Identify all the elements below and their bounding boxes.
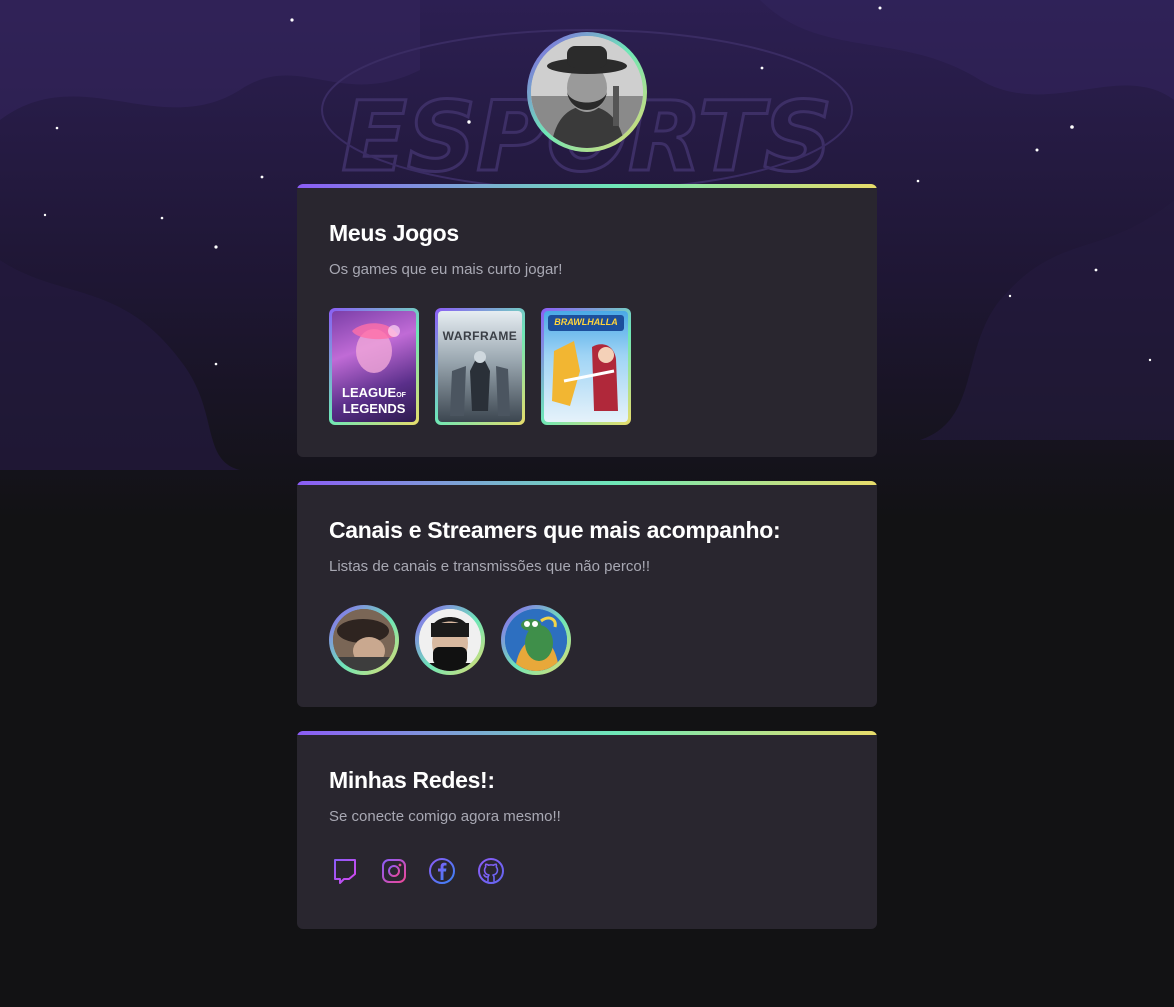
instagram-icon[interactable] [380, 857, 408, 885]
socials-card-title: Minhas Redes!: [329, 767, 495, 793]
streamers-card: Canais e Streamers que mais acompanho: L… [297, 481, 877, 707]
socials-card: Minhas Redes!: Se conecte comigo agora m… [297, 731, 877, 929]
streamer-avatar[interactable] [329, 605, 399, 675]
game-warframe[interactable]: WARFRAME [435, 308, 525, 425]
game-lol-line1: LEAGUE [342, 385, 397, 400]
socials-card-subtitle: Se conecte comigo agora mesmo!! [329, 808, 561, 825]
games-card: Meus Jogos Os games que eu mais curto jo… [297, 184, 877, 457]
facebook-icon[interactable] [428, 857, 456, 885]
games-card-subtitle: Os games que eu mais curto jogar! [329, 261, 563, 278]
streamer-avatar[interactable] [501, 605, 571, 675]
streamers-card-title: Canais e Streamers que mais acompanho: [329, 517, 781, 543]
twitch-icon[interactable] [331, 857, 359, 885]
game-brawlhalla[interactable]: BRAWLHALLA [541, 308, 631, 425]
profile-avatar [527, 32, 647, 152]
streamer-avatar[interactable] [415, 605, 485, 675]
github-icon[interactable] [477, 857, 505, 885]
game-lol-line2: LEGENDS [342, 401, 406, 416]
streamers-card-subtitle: Listas de canais e transmissões que não … [329, 558, 651, 575]
profile-photo [531, 36, 643, 148]
game-lol-of: OF [396, 392, 406, 399]
game-league-of-legends[interactable]: LEAGUEOF LEGENDS [329, 308, 419, 425]
games-card-title: Meus Jogos [329, 220, 459, 246]
